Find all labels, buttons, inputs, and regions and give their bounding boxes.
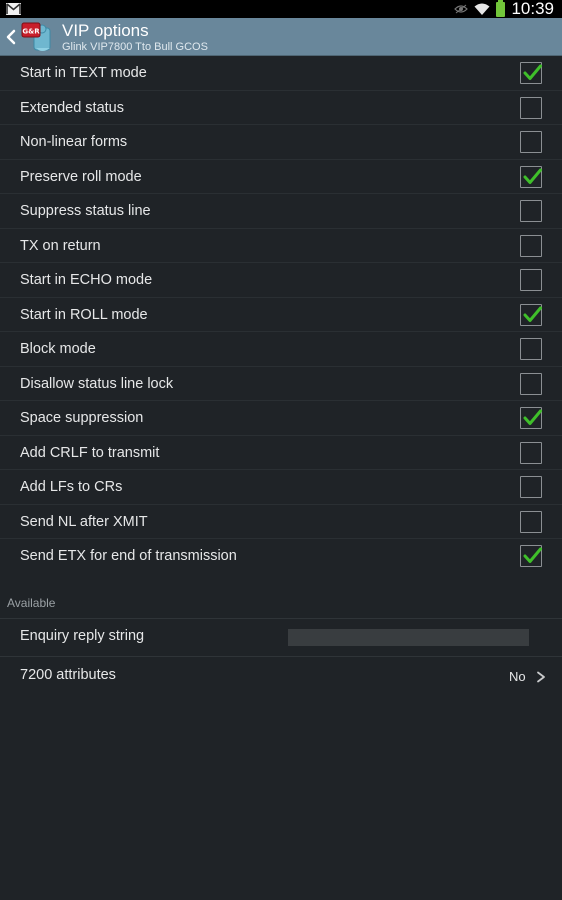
wifi-icon — [474, 3, 490, 15]
option-label: Send NL after XMIT — [20, 513, 148, 530]
option-row[interactable]: Start in ECHO mode — [0, 263, 562, 298]
checkbox-unchecked[interactable] — [520, 234, 542, 257]
option-label: Add CRLF to transmit — [20, 444, 160, 461]
checkmark-icon — [523, 168, 542, 184]
option-label: Disallow status line lock — [20, 375, 174, 392]
page-title: VIP options — [62, 21, 149, 40]
option-row[interactable]: Send ETX for end of transmission — [0, 539, 562, 574]
option-label: Space suppression — [20, 410, 144, 426]
svg-text:G&R: G&R — [22, 28, 40, 36]
checkbox-unchecked[interactable] — [520, 510, 542, 533]
option-row[interactable]: Add LFs to CRs — [0, 470, 562, 505]
checkbox-unchecked[interactable] — [520, 476, 542, 498]
checkbox-unchecked[interactable] — [520, 338, 542, 360]
option-label: Add LFs to CRs — [20, 479, 123, 495]
checkbox-checked[interactable] — [520, 165, 542, 188]
clock: 10:39 — [511, 0, 554, 18]
option-row[interactable]: Start in TEXT mode — [0, 56, 562, 91]
option-row[interactable]: Suppress status line — [0, 194, 562, 229]
section-header-available: Available — [7, 596, 56, 610]
option-row[interactable]: Non-linear forms — [0, 125, 562, 160]
option-label: Start in TEXT mode — [20, 65, 147, 81]
checkmark-icon — [523, 409, 542, 425]
option-label: Send ETX for end of transmission — [20, 548, 237, 564]
option-label: Suppress status line — [20, 203, 151, 219]
option-label: TX on return — [20, 237, 101, 254]
option-row[interactable]: TX on return — [0, 229, 562, 263]
app-logo-icon[interactable]: G&R — [20, 20, 54, 54]
status-bar: 10:39 — [0, 0, 562, 18]
attributes-7200-label: 7200 attributes — [20, 667, 116, 683]
option-row[interactable]: Disallow status line lock — [0, 367, 562, 401]
checkmark-icon — [523, 547, 542, 563]
checkbox-unchecked[interactable] — [520, 372, 542, 395]
options-list: Start in TEXT mode Extended status Non-lin… — [0, 56, 562, 574]
checkbox-checked[interactable] — [520, 545, 542, 567]
action-bar: G&R VIP options Glink VIP7800 Tto Bull G… — [0, 18, 562, 56]
checkbox-checked[interactable] — [520, 303, 542, 326]
checkmark-icon — [523, 306, 542, 322]
option-row[interactable]: Space suppression — [0, 401, 562, 436]
enquiry-reply-input[interactable] — [288, 629, 529, 646]
option-label: Block mode — [20, 341, 96, 357]
attributes-7200-row[interactable]: 7200 attributes No — [0, 658, 562, 696]
option-label: Start in ROLL mode — [20, 306, 148, 323]
checkbox-unchecked[interactable] — [520, 96, 542, 119]
option-label: Start in ECHO mode — [20, 272, 153, 288]
page-subtitle: Glink VIP7800 Tto Bull GCOS — [62, 41, 208, 53]
checkbox-checked[interactable] — [520, 62, 542, 84]
back-chevron-icon[interactable] — [5, 28, 17, 46]
option-row[interactable]: Start in ROLL mode — [0, 298, 562, 332]
checkmark-icon — [523, 64, 542, 80]
attributes-7200-value: No — [509, 669, 526, 684]
eye-icon — [454, 4, 469, 14]
checkbox-unchecked[interactable] — [520, 269, 542, 291]
option-label: Preserve roll mode — [20, 168, 142, 185]
option-row[interactable]: Block mode — [0, 332, 562, 367]
checkbox-unchecked[interactable] — [520, 441, 542, 464]
battery-icon — [496, 0, 506, 17]
option-row[interactable]: Add CRLF to transmit — [0, 436, 562, 470]
option-label: Non-linear forms — [20, 134, 128, 150]
checkbox-unchecked[interactable] — [520, 200, 542, 222]
option-row[interactable]: Preserve roll mode — [0, 160, 562, 194]
gmail-icon — [6, 3, 21, 15]
option-label: Extended status — [20, 99, 124, 116]
checkbox-unchecked[interactable] — [520, 131, 542, 153]
checkbox-checked[interactable] — [520, 407, 542, 429]
option-row[interactable]: Extended status — [0, 91, 562, 125]
chevron-right-icon — [537, 671, 545, 683]
option-row[interactable]: Send NL after XMIT — [0, 505, 562, 539]
enquiry-reply-label: Enquiry reply string — [20, 628, 145, 644]
enquiry-reply-row[interactable]: Enquiry reply string — [0, 619, 562, 657]
